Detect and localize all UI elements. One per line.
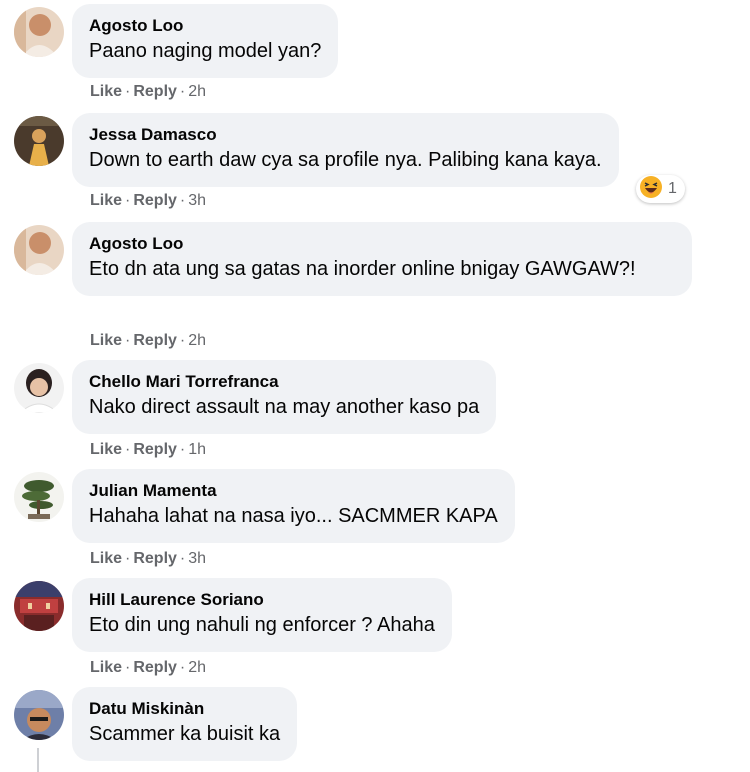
comment-text: Eto din ung nahuli ng enforcer ? Ahaha	[89, 614, 435, 636]
separator: ·	[125, 659, 131, 676]
like-button[interactable]: Like	[90, 550, 122, 567]
comment-author[interactable]: Datu Miskinàn	[89, 698, 280, 719]
avatar[interactable]	[14, 363, 64, 413]
like-button[interactable]: Like	[90, 441, 122, 458]
comment-bubble: Jessa Damasco Down to earth daw cya sa p…	[72, 113, 619, 187]
reaction-count: 1	[668, 180, 677, 197]
comment-bubble: Datu Miskinàn Scammer ka buisit ka	[72, 687, 298, 761]
separator: ·	[179, 441, 186, 458]
comment-author[interactable]: Jessa Damasco	[89, 124, 602, 145]
haha-emoji-icon	[639, 175, 663, 204]
reply-button[interactable]: Reply	[133, 550, 177, 567]
comment-actions: Like · Reply · 3h	[90, 549, 206, 569]
separator: ·	[125, 83, 131, 100]
comment-actions: Like · Reply · 1h	[90, 440, 206, 460]
avatar[interactable]	[14, 690, 64, 740]
comment-bubble: Hill Laurence Soriano Eto din ung nahuli…	[72, 578, 452, 652]
separator: ·	[125, 550, 131, 567]
comment-author[interactable]: Julian Mamenta	[89, 480, 498, 501]
separator: ·	[179, 83, 186, 100]
avatar[interactable]	[14, 116, 64, 166]
comment-timestamp[interactable]: 2h	[188, 332, 206, 349]
separator: ·	[179, 659, 186, 676]
comment-text: Down to earth daw cya sa profile nya. Pa…	[89, 149, 602, 171]
reply-button[interactable]: Reply	[133, 83, 177, 100]
separator: ·	[125, 441, 131, 458]
avatar[interactable]	[14, 225, 64, 275]
comment-author[interactable]: Hill Laurence Soriano	[89, 589, 435, 610]
comment-bubble: Chello Mari Torrefranca Nako direct assa…	[72, 360, 497, 434]
like-button[interactable]: Like	[90, 192, 122, 209]
comment-timestamp[interactable]: 3h	[188, 192, 206, 209]
separator: ·	[179, 550, 186, 567]
avatar[interactable]	[14, 472, 64, 522]
comment-text: Hahaha lahat na nasa iyo... SACMMER KAPA	[89, 505, 498, 527]
comment-timestamp[interactable]: 3h	[188, 550, 206, 567]
comment-bubble: Agosto Loo Eto dn ata ung sa gatas na in…	[72, 222, 692, 296]
comment-author[interactable]: Agosto Loo	[89, 233, 675, 254]
comment-timestamp[interactable]: 2h	[188, 659, 206, 676]
comment-actions: Like · Reply · 2h	[90, 331, 206, 351]
reply-button[interactable]: Reply	[133, 192, 177, 209]
reply-button[interactable]: Reply	[133, 332, 177, 349]
separator: ·	[179, 192, 186, 209]
reply-button[interactable]: Reply	[133, 659, 177, 676]
comment-timestamp[interactable]: 2h	[188, 83, 206, 100]
like-button[interactable]: Like	[90, 332, 122, 349]
comment-author[interactable]: Agosto Loo	[89, 15, 321, 36]
comment-bubble: Agosto Loo Paano naging model yan?	[72, 4, 339, 78]
comment-actions: Like · Reply · 2h	[90, 658, 206, 678]
comment-bubble: Julian Mamenta Hahaha lahat na nasa iyo.…	[72, 469, 515, 543]
reply-button[interactable]: Reply	[133, 441, 177, 458]
separator: ·	[179, 332, 186, 349]
like-button[interactable]: Like	[90, 659, 122, 676]
avatar[interactable]	[14, 581, 64, 631]
separator: ·	[125, 192, 131, 209]
comment-text: Nako direct assault na may another kaso …	[89, 396, 480, 418]
separator: ·	[125, 332, 131, 349]
comment-actions: Like · Reply · 2h	[90, 82, 206, 102]
comment-text: Paano naging model yan?	[89, 40, 322, 62]
avatar[interactable]	[14, 7, 64, 57]
comment-text: Scammer ka buisit ka	[89, 723, 281, 745]
comment-author[interactable]: Chello Mari Torrefranca	[89, 371, 479, 392]
comment-text: Eto dn ata ung sa gatas na inorder onlin…	[89, 258, 636, 280]
thread-line	[37, 748, 39, 772]
comment-timestamp[interactable]: 1h	[188, 441, 206, 458]
like-button[interactable]: Like	[90, 83, 122, 100]
comment-actions: Like · Reply · 3h	[90, 191, 206, 211]
reaction-badge[interactable]: 1	[636, 175, 685, 203]
